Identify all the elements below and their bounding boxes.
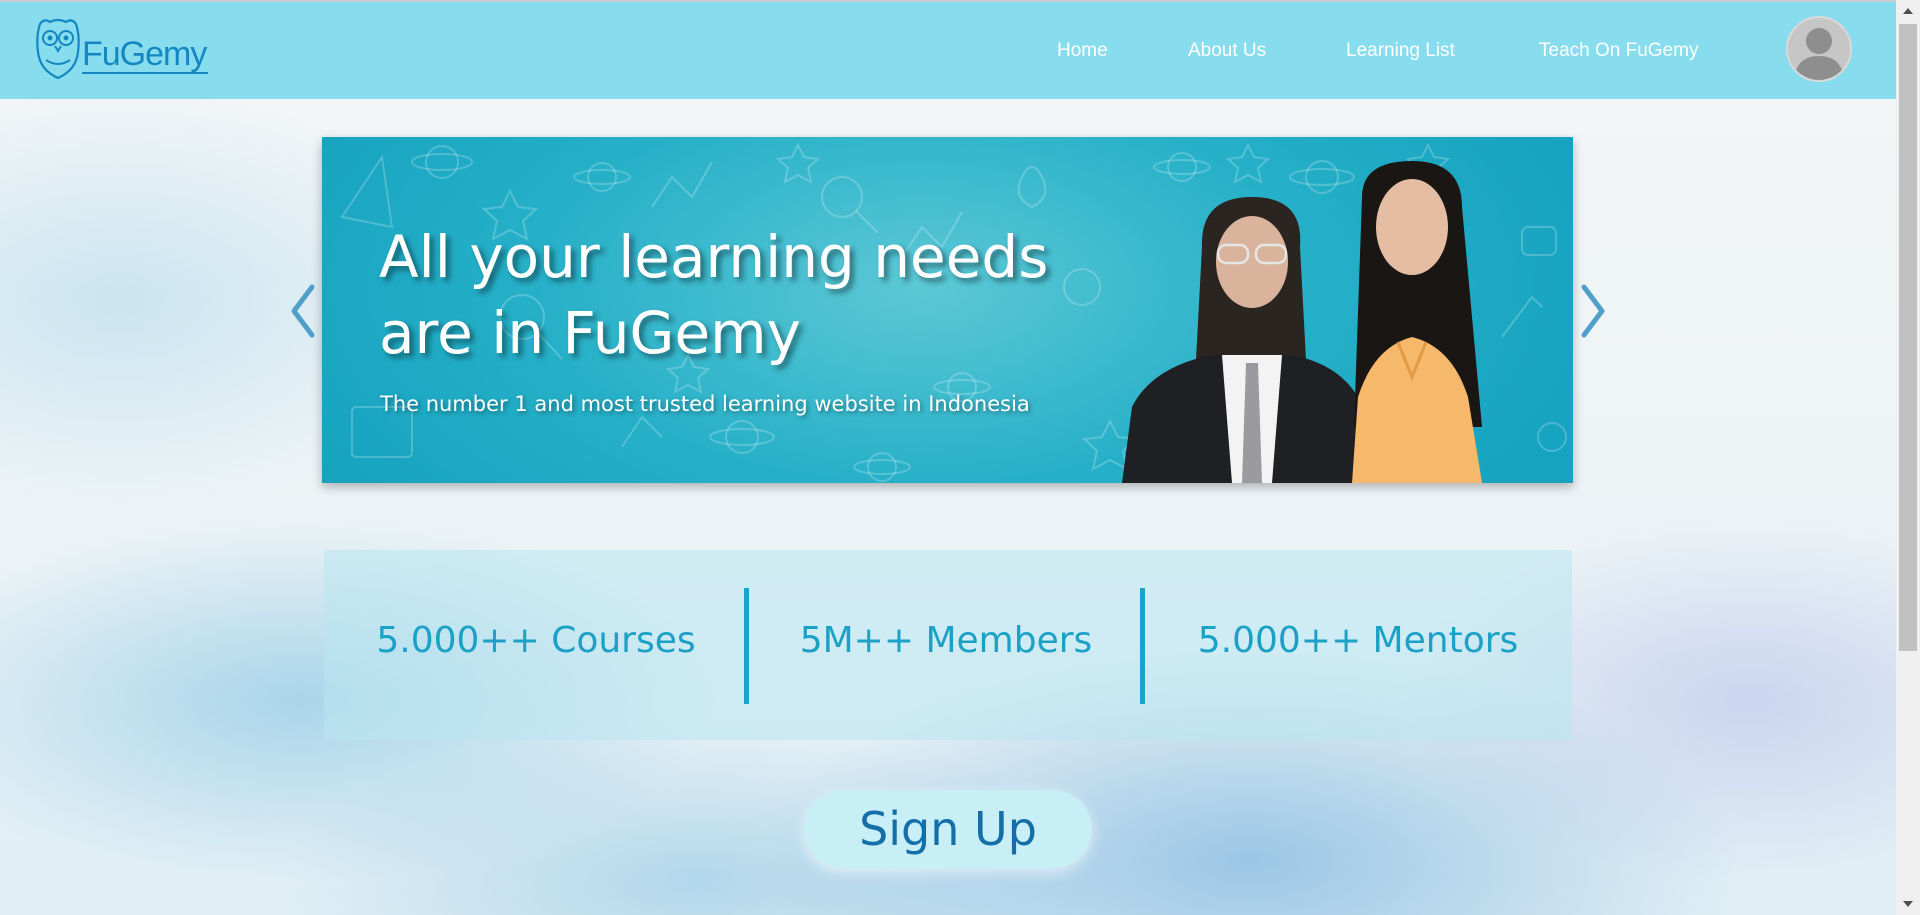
chevron-right-icon[interactable] (1578, 283, 1608, 339)
vertical-scrollbar[interactable] (1896, 0, 1920, 915)
sign-up-button[interactable]: Sign Up (804, 790, 1092, 868)
scrollbar-thumb[interactable] (1899, 24, 1917, 651)
banner-title: All your learning needs are in FuGemy (379, 219, 1159, 371)
owl-icon (36, 18, 80, 80)
nav-home[interactable]: Home (1057, 40, 1108, 62)
chevron-left-icon[interactable] (288, 283, 318, 339)
scroll-up-arrow-icon[interactable] (1896, 0, 1920, 22)
brand-name: FuGemy (82, 35, 209, 74)
stat-members: 5M++ Members (799, 620, 1093, 661)
banner-subtitle: The number 1 and most trusted learning w… (380, 392, 1030, 416)
mentors-photo (1122, 161, 1482, 483)
stat-mentors: 5.000++ Mentors (1197, 620, 1519, 661)
user-avatar[interactable] (1786, 16, 1852, 82)
banner-title-line-1: All your learning needs (379, 223, 1049, 291)
nav-teach-on-fugemy[interactable]: Teach On FuGemy (1539, 40, 1698, 62)
site-header: FuGemy Home About Us Learning List Teach… (0, 2, 1896, 99)
stat-courses: 5.000++ Courses (376, 620, 696, 661)
user-avatar-icon (1794, 28, 1844, 80)
nav-learning-list[interactable]: Learning List (1346, 40, 1455, 62)
banner-title-line-2: are in FuGemy (379, 299, 801, 367)
stats-panel: 5.000++ Courses 5M++ Members 5.000++ Men… (324, 550, 1572, 740)
scroll-down-arrow-icon[interactable] (1896, 893, 1920, 915)
nav-about-us[interactable]: About Us (1188, 40, 1266, 62)
hero-banner[interactable]: All your learning needs are in FuGemy Th… (322, 137, 1573, 483)
brand-logo[interactable]: FuGemy (34, 16, 224, 86)
